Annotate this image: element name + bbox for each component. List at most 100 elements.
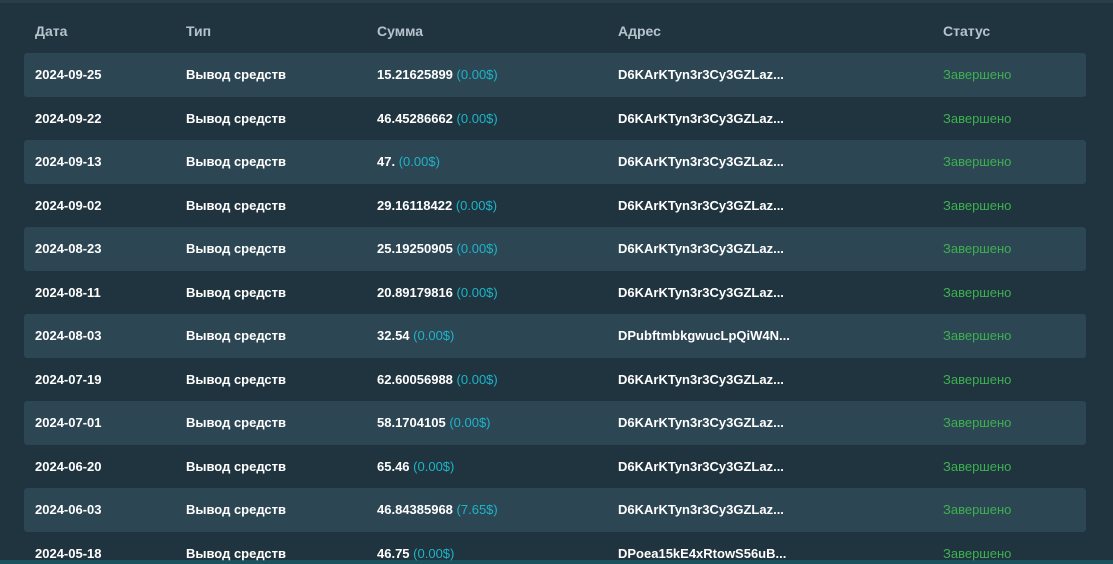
row-address[interactable]: D6KArKTyn3r3Cy3GZLaz... [618, 372, 784, 387]
status-badge: Завершено [943, 328, 1012, 343]
amount-value: 15.21625899 [377, 67, 453, 82]
row-address[interactable]: D6KArKTyn3r3Cy3GZLaz... [618, 67, 784, 82]
amount-value: 46.45286662 [377, 110, 453, 126]
status-badge: Завершено [943, 545, 1012, 561]
header-address[interactable]: Адрес [618, 23, 661, 39]
row-type: Вывод средств [186, 284, 287, 300]
header-date[interactable]: Дата [35, 23, 67, 39]
amount-value: 65.46 [377, 458, 410, 474]
row-type: Вывод средств [186, 545, 287, 561]
amount-usd: (0.00$) [413, 545, 455, 561]
row-address[interactable]: D6KArKTyn3r3Cy3GZLaz... [618, 198, 784, 213]
row-address[interactable]: D6KArKTyn3r3Cy3GZLaz... [618, 111, 784, 126]
table-row[interactable]: 2024-06-03 Вывод средств 46.84385968 (7.65… [24, 488, 1086, 532]
table-row[interactable]: 2024-06-20 Вывод средств 65.46 (0.00$) D6KA… [24, 445, 1086, 489]
row-date: 2024-09-25 [35, 67, 102, 82]
amount-usd: (0.00$) [456, 67, 498, 82]
row-type: Вывод средств [186, 415, 287, 430]
row-address[interactable]: D6KArKTyn3r3Cy3GZLaz... [618, 241, 784, 256]
status-badge: Завершено [943, 502, 1012, 517]
status-badge: Завершено [943, 67, 1012, 82]
row-date: 2024-09-22 [35, 110, 102, 126]
row-date: 2024-05-18 [35, 545, 102, 561]
amount-value: 62.60056988 [377, 371, 453, 387]
table-row[interactable]: 2024-09-02 Вывод средств 29.16118422 (0.00… [24, 184, 1086, 228]
amount-value: 20.89179816 [377, 284, 453, 300]
amount-value: 32.54 [377, 328, 410, 343]
table-header: Дата Тип Сумма Адрес Статус [24, 13, 1086, 49]
horizontal-scrollbar[interactable] [0, 560, 1113, 564]
row-address[interactable]: DPubftmbkgwucLpQiW4N... [618, 328, 790, 343]
header-status[interactable]: Статус [943, 23, 990, 39]
table-row[interactable]: 2024-07-19 Вывод средств 62.60056988 (0.00… [24, 358, 1086, 402]
row-amount: 65.46 (0.00$) [377, 459, 454, 474]
row-amount: 62.60056988 (0.00$) [377, 372, 498, 387]
row-address[interactable]: D6KArKTyn3r3Cy3GZLaz... [618, 502, 784, 517]
row-type: Вывод средств [186, 371, 287, 387]
row-date: 2024-09-02 [35, 197, 102, 213]
row-date: 2024-07-19 [35, 371, 102, 387]
row-type: Вывод средств [186, 67, 287, 82]
amount-value: 25.19250905 [377, 241, 453, 256]
row-amount: 46.84385968 (7.65$) [377, 502, 498, 517]
row-amount: 47. (0.00$) [377, 154, 440, 169]
amount-usd: (0.00$) [413, 458, 455, 474]
row-address[interactable]: D6KArKTyn3r3Cy3GZLaz... [618, 415, 784, 430]
amount-usd: (0.00$) [455, 197, 498, 213]
row-type: Вывод средств [186, 241, 287, 256]
row-type: Вывод средств [186, 502, 287, 517]
row-date: 2024-09-13 [35, 154, 102, 169]
table-row[interactable]: 2024-09-22 Вывод средств 46.45286662 (0.00… [24, 97, 1086, 141]
row-amount: 20.89179816 (0.00$) [377, 285, 498, 300]
amount-value: 46.84385968 [377, 502, 453, 517]
row-date: 2024-08-03 [35, 328, 102, 343]
row-address[interactable]: D6KArKTyn3r3Cy3GZLaz... [618, 459, 784, 474]
status-badge: Завершено [943, 371, 1012, 387]
row-amount: 46.75 (0.00$) [377, 546, 454, 561]
amount-usd: (7.65$) [456, 502, 498, 517]
amount-value: 47. [377, 154, 396, 169]
row-amount: 25.19250905 (0.00$) [377, 241, 498, 256]
status-badge: Завершено [943, 197, 1012, 213]
header-type[interactable]: Тип [186, 23, 211, 39]
table-row[interactable]: 2024-08-03 Вывод средств 32.54 (0.00$) DPub… [24, 314, 1086, 358]
row-address[interactable]: DPoea15kE4xRtowS56uB... [618, 546, 786, 561]
row-type: Вывод средств [186, 458, 287, 474]
header-amount[interactable]: Сумма [377, 23, 423, 39]
table-row[interactable]: 2024-07-01 Вывод средств 58.1704105 (0.00$… [24, 401, 1086, 445]
status-badge: Завершено [943, 154, 1012, 169]
row-type: Вывод средств [186, 197, 287, 213]
row-amount: 46.45286662 (0.00$) [377, 111, 498, 126]
table-row[interactable]: 2024-08-11 Вывод средств 20.89179816 (0.00… [24, 271, 1086, 315]
amount-usd: (0.00$) [398, 154, 440, 169]
row-amount: 58.1704105 (0.00$) [377, 415, 491, 430]
amount-value: 58.1704105 [377, 415, 446, 430]
amount-usd: (0.00$) [456, 284, 498, 300]
row-date: 2024-06-03 [35, 502, 102, 517]
row-date: 2024-06-20 [35, 458, 102, 474]
row-amount: 29.16118422 (0.00$) [377, 198, 497, 213]
transactions-panel: Дата Тип Сумма Адрес Статус 2024-09-25 Вы… [0, 0, 1113, 564]
row-address[interactable]: D6KArKTyn3r3Cy3GZLaz... [618, 285, 784, 300]
amount-usd: (0.00$) [413, 328, 455, 343]
amount-usd: (0.00$) [456, 241, 498, 256]
row-date: 2024-08-23 [35, 241, 102, 256]
status-badge: Завершено [943, 110, 1012, 126]
status-badge: Завершено [943, 415, 1012, 430]
row-type: Вывод средств [186, 110, 287, 126]
row-date: 2024-07-01 [35, 415, 102, 430]
row-date: 2024-08-11 [35, 284, 101, 300]
amount-value: 46.75 [377, 545, 410, 561]
amount-value: 29.16118422 [377, 197, 453, 213]
table-row[interactable]: 2024-08-23 Вывод средств 25.19250905 (0.00… [24, 227, 1086, 271]
row-amount: 15.21625899 (0.00$) [377, 67, 498, 82]
status-badge: Завершено [943, 458, 1012, 474]
table-row[interactable]: 2024-09-25 Вывод средств 15.21625899 (0.00… [24, 53, 1086, 97]
amount-usd: (0.00$) [449, 415, 491, 430]
table-row[interactable]: 2024-09-13 Вывод средств 47. (0.00$) D6KArK… [24, 140, 1086, 184]
status-badge: Завершено [943, 241, 1012, 256]
row-type: Вывод средств [186, 154, 287, 169]
row-address[interactable]: D6KArKTyn3r3Cy3GZLaz... [618, 154, 784, 169]
table-body: 2024-09-25 Вывод средств 15.21625899 (0.00… [24, 53, 1086, 564]
status-badge: Завершено [943, 284, 1012, 300]
